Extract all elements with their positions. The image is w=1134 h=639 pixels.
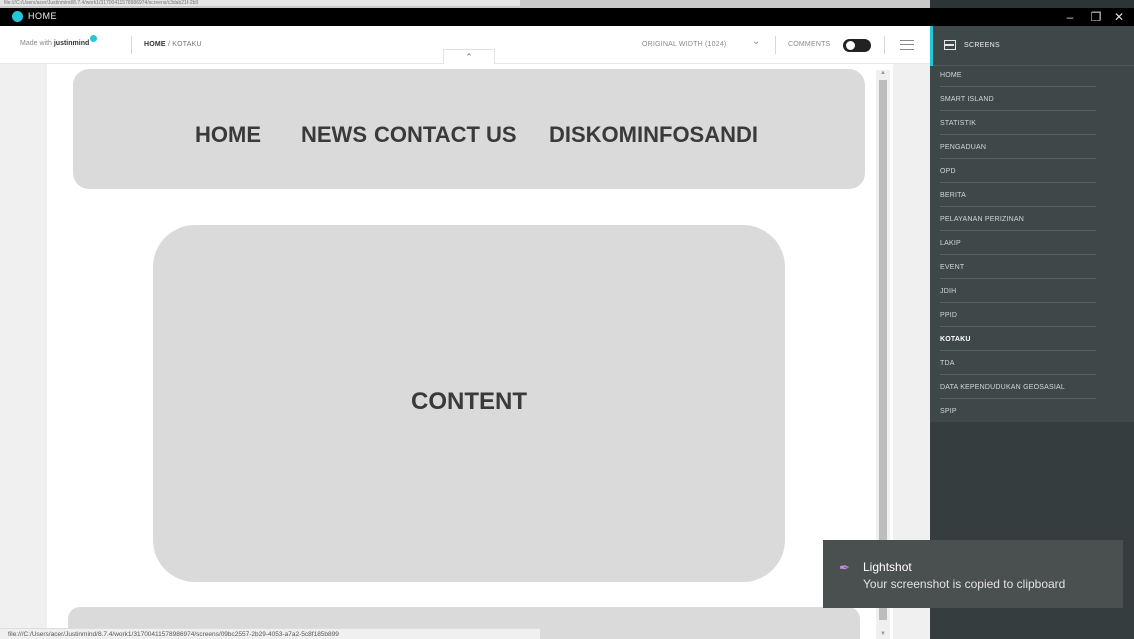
brand-dot-icon (90, 35, 98, 42)
original-width-select[interactable]: ORIGINAL WIDTH (1024) (642, 41, 726, 48)
divider (884, 36, 885, 54)
comments-label: COMMENTS (788, 41, 831, 48)
breadcrumb-home[interactable]: HOME (144, 41, 166, 48)
sidebar-item-jdih[interactable]: JDIH (940, 279, 1096, 303)
chevron-down-icon[interactable]: ⌄ (752, 36, 760, 47)
prototype-page: HOME NEWS CONTACT US DISKOMINFOSANDI CON… (47, 64, 893, 639)
screens-icon (944, 40, 956, 50)
nav-item-home[interactable]: HOME (195, 122, 261, 148)
scroll-up-arrow-icon[interactable]: ▲ (876, 70, 890, 76)
minimize-button[interactable]: – (1057, 8, 1083, 26)
sidebar-item-lakip[interactable]: LAKIP (940, 231, 1096, 255)
browser-strip-dark (930, 0, 1134, 8)
notification-title: Lightshot (863, 560, 912, 574)
nav-item-diskominfosandi[interactable]: DISKOMINFOSANDI (549, 122, 758, 148)
divider (131, 36, 132, 54)
brand-logo[interactable]: Made with justinmind (20, 35, 98, 47)
sidebar-item-event[interactable]: EVENT (940, 255, 1096, 279)
collapse-toolbar-button[interactable]: ⌃ (443, 49, 495, 64)
divider (775, 36, 776, 54)
app-icon (12, 11, 23, 22)
sidebar-item-tda[interactable]: TDA (940, 351, 1096, 375)
content-label: CONTENT (411, 388, 527, 415)
notification-message: Your screenshot is copied to clipboard (863, 577, 1066, 591)
sidebar-item-pelayanan-perizinan[interactable]: PELAYANAN PERIZINAN (940, 207, 1096, 231)
status-bar-url: file:///C:/Users/acer/Justinmind/8.7.4/w… (0, 628, 540, 639)
lightshot-notification[interactable]: ✒ Lightshot Your screenshot is copied to… (823, 540, 1123, 608)
scroll-down-arrow-icon[interactable]: ▼ (876, 631, 890, 637)
lightshot-feather-icon: ✒ (839, 560, 850, 575)
brand-prefix: Made with (20, 40, 52, 47)
breadcrumb: HOME / KOTAKU (144, 41, 202, 48)
screens-list: HOME SMART ISLAND STATISTIK PENGADUAN OP… (930, 63, 1134, 423)
breadcrumb-current: KOTAKU (172, 41, 202, 48)
sidebar-item-ppid[interactable]: PPID (940, 303, 1096, 327)
sidebar-item-berita[interactable]: BERITA (940, 183, 1096, 207)
sidebar-item-opd[interactable]: OPD (940, 159, 1096, 183)
url-strip: file:///C:/Users/acer/Justinmind/8.7.4/w… (0, 0, 520, 6)
content-placeholder: CONTENT (153, 225, 785, 582)
close-button[interactable]: ✕ (1106, 8, 1132, 26)
sidebar-item-statistik[interactable]: STATISTIK (940, 111, 1096, 135)
sidebar-item-smart-island[interactable]: SMART ISLAND (940, 87, 1096, 111)
chevron-up-icon: ⌃ (465, 52, 473, 62)
sidebar-item-data-kependudukan[interactable]: DATA KEPENDUDUKAN GEOSASIAL (940, 375, 1096, 399)
comments-toggle[interactable] (843, 39, 871, 52)
browser-strip: file:///C:/Users/acer/Justinmind/8.7.4/w… (0, 0, 1134, 8)
nav-item-news[interactable]: NEWS (301, 122, 367, 148)
hamburger-menu-icon[interactable] (900, 40, 914, 50)
scrollbar-thumb[interactable] (879, 80, 887, 620)
sidebar-item-pengaduan[interactable]: PENGADUAN (940, 135, 1096, 159)
nav-header-placeholder: HOME NEWS CONTACT US DISKOMINFOSANDI (73, 69, 865, 189)
sidebar-accent (930, 26, 933, 66)
sidebar-item-kotaku[interactable]: KOTAKU (940, 327, 1096, 351)
sidebar-item-spip[interactable]: SPIP (940, 399, 1096, 423)
sidebar-header: SCREENS (930, 26, 1134, 66)
sidebar-item-home[interactable]: HOME (940, 63, 1096, 87)
sidebar-title: SCREENS (964, 42, 1000, 49)
title-bar: HOME – ❐ ✕ (0, 8, 1134, 26)
nav-item-contact-us[interactable]: CONTACT US (374, 122, 517, 148)
breadcrumb-separator: / (167, 41, 171, 48)
prototype-canvas: HOME NEWS CONTACT US DISKOMINFOSANDI CON… (0, 64, 930, 639)
brand-name: justinmind (53, 40, 90, 47)
window-title: HOME (28, 11, 57, 21)
toggle-knob (846, 41, 855, 50)
